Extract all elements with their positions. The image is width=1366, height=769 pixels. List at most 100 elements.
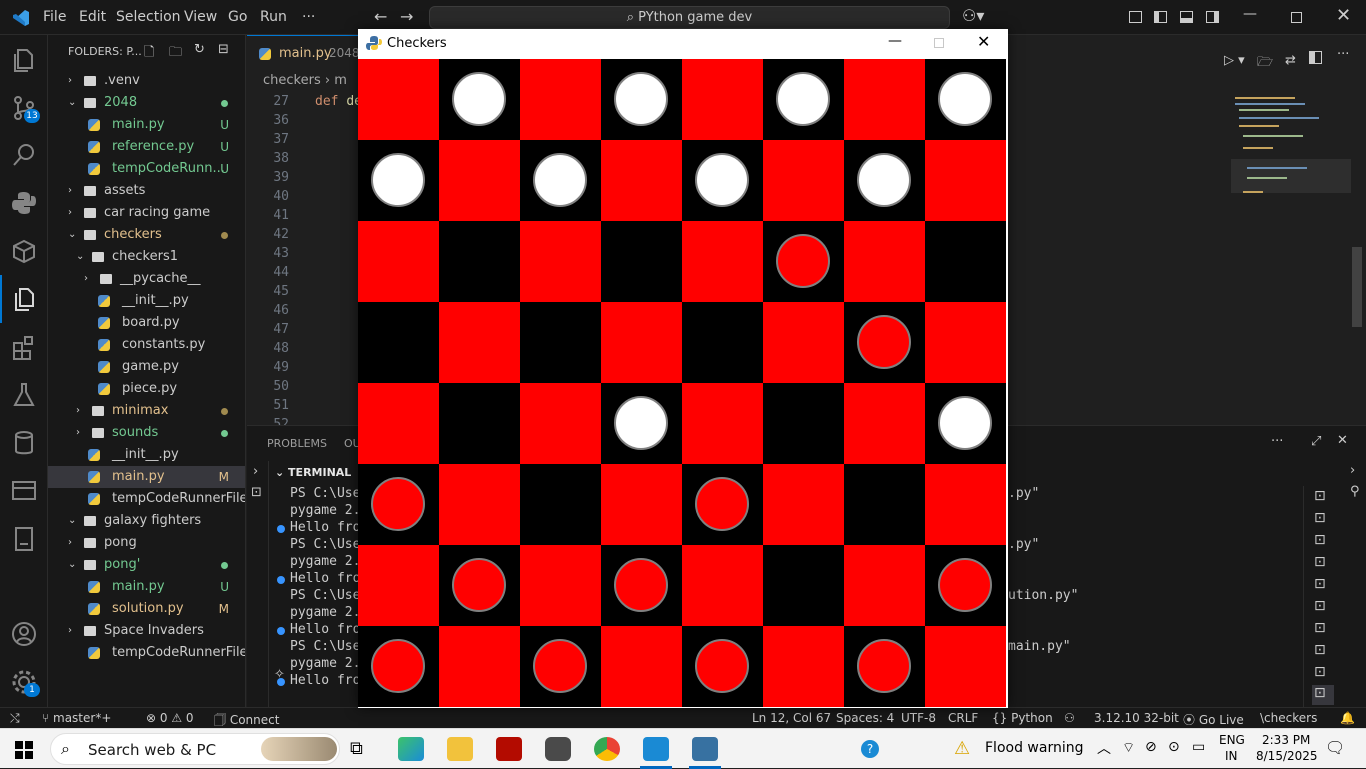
forward-arrow-icon[interactable]: →	[400, 7, 413, 26]
board-square-red[interactable]	[925, 302, 1006, 383]
python-icon[interactable]	[10, 189, 38, 217]
tree-file[interactable]: solution.py M	[48, 598, 245, 620]
command-decoration-dot[interactable]	[277, 678, 285, 686]
editor-tab[interactable]: main.py 2048	[247, 35, 360, 70]
account-icon[interactable]	[10, 620, 38, 648]
new-file-icon[interactable]: 🗋	[144, 43, 154, 65]
terminal-instance-icon[interactable]: ⊡	[1314, 642, 1326, 658]
menu-more[interactable]: ···	[302, 9, 315, 25]
red-checker-piece[interactable]	[533, 639, 587, 693]
tree-folder[interactable]: › sounds	[48, 422, 245, 444]
tab-problems[interactable]: PROBLEMS	[267, 437, 327, 450]
problems-status[interactable]: ⊗ 0 ⚠ 0	[146, 711, 194, 725]
board-square-red[interactable]	[601, 302, 682, 383]
notification-center-icon[interactable]: 🗨	[1325, 738, 1345, 757]
terminal-instance-icon[interactable]: ⊡	[1314, 510, 1326, 526]
python-interpreter[interactable]: 3.12.10 32-bit	[1094, 711, 1179, 725]
camera-icon[interactable]: ⊙	[1168, 739, 1180, 755]
chevron-right-icon[interactable]: ›	[68, 620, 78, 642]
minimize-icon[interactable]: —	[1243, 6, 1257, 22]
language-eng[interactable]: ENG	[1219, 733, 1245, 747]
white-checker-piece[interactable]	[452, 72, 506, 126]
board-square-red[interactable]	[763, 302, 844, 383]
vscode-taskbar-icon[interactable]	[643, 737, 669, 761]
white-checker-piece[interactable]	[695, 153, 749, 207]
red-checker-piece[interactable]	[614, 558, 668, 612]
board-square-red[interactable]	[844, 545, 925, 626]
white-checker-piece[interactable]	[614, 72, 668, 126]
board-square-red[interactable]	[925, 464, 1006, 545]
red-checker-piece[interactable]	[857, 315, 911, 369]
warning-icon[interactable]: ⚠	[954, 738, 970, 759]
menu-go[interactable]: Go	[228, 9, 247, 25]
red-checker-piece[interactable]	[695, 639, 749, 693]
back-arrow-icon[interactable]: ←	[374, 7, 387, 26]
remote-explorer-icon[interactable]	[10, 477, 38, 505]
board-square-dark[interactable]	[763, 383, 844, 464]
tree-file[interactable]: constants.py	[48, 334, 245, 356]
close-panel-icon[interactable]: ✕	[1337, 433, 1348, 448]
board-square-red[interactable]	[682, 221, 763, 302]
board-square-dark[interactable]	[925, 221, 1006, 302]
notifications-bell-icon[interactable]: 🔔	[1340, 711, 1355, 725]
white-checker-piece[interactable]	[614, 396, 668, 450]
chevron-right-icon[interactable]: ›	[68, 532, 78, 554]
network-icon[interactable]: ⌔	[1122, 739, 1135, 757]
board-square-red[interactable]	[439, 140, 520, 221]
board-square-red[interactable]	[358, 545, 439, 626]
weather-text[interactable]: Flood warning	[985, 740, 1083, 756]
run-icon[interactable]: ▷ ▾	[1224, 53, 1245, 68]
tree-folder[interactable]: › assets	[48, 180, 245, 202]
chevron-right-icon[interactable]: ›	[76, 422, 86, 444]
notebook-icon[interactable]	[10, 525, 38, 553]
cursor-position[interactable]: Ln 12, Col 67	[752, 711, 831, 725]
checkers-board[interactable]	[358, 59, 1006, 707]
close-icon[interactable]: ✕	[977, 32, 990, 51]
split-editor-icon[interactable]	[1309, 51, 1322, 64]
board-square-dark[interactable]	[439, 383, 520, 464]
unity-icon[interactable]	[545, 737, 571, 761]
tree-folder[interactable]: › minimax	[48, 400, 245, 422]
terminal-instance-icon[interactable]: ⊡	[1314, 554, 1326, 570]
containers-icon[interactable]	[10, 237, 38, 265]
compare-icon[interactable]: ⇄	[1285, 53, 1296, 68]
white-checker-piece[interactable]	[533, 153, 587, 207]
line-ending[interactable]: CRLF	[948, 711, 978, 725]
editor-scrollbar[interactable]	[1352, 247, 1362, 327]
board-square-dark[interactable]	[763, 545, 844, 626]
board-square-red[interactable]	[763, 626, 844, 707]
explorer-files-icon[interactable]	[10, 46, 38, 74]
tree-folder[interactable]: › pong	[48, 532, 245, 554]
terminal-instance-icon[interactable]: ⊡	[1314, 598, 1326, 614]
board-square-dark[interactable]	[601, 221, 682, 302]
copilot-status-icon[interactable]: ⚇	[1064, 711, 1075, 725]
chevron-down-icon[interactable]: ⌄	[76, 246, 86, 268]
red-checker-piece[interactable]	[371, 477, 425, 531]
menu-edit[interactable]: Edit	[79, 9, 106, 25]
more-actions-icon[interactable]: ···	[1337, 47, 1349, 62]
board-square-red[interactable]	[520, 221, 601, 302]
board-square-red[interactable]	[844, 383, 925, 464]
red-checker-piece[interactable]	[938, 558, 992, 612]
board-square-dark[interactable]	[358, 302, 439, 383]
terminal-instance-icon[interactable]: ⊡	[1314, 576, 1326, 592]
breadcrumb[interactable]: checkers › m	[263, 73, 347, 88]
tree-folder[interactable]: ⌄ pong'	[48, 554, 245, 576]
volume-muted-icon[interactable]: ⊘	[1145, 739, 1157, 755]
tree-file[interactable]: __init__.py	[48, 290, 245, 312]
tree-folder[interactable]: › __pycache__	[48, 268, 245, 290]
extensions-icon[interactable]	[10, 333, 38, 361]
acrobat-icon[interactable]	[496, 737, 522, 761]
help-icon[interactable]: ?	[861, 740, 879, 758]
command-decoration-dot[interactable]	[277, 627, 285, 635]
board-square-red[interactable]	[358, 59, 439, 140]
branch-status[interactable]: ⑂ master*+	[42, 711, 111, 725]
board-square-dark[interactable]	[520, 302, 601, 383]
terminal-instance-icon[interactable]: ⊡	[1314, 532, 1326, 548]
board-square-red[interactable]	[925, 140, 1006, 221]
board-square-red[interactable]	[763, 464, 844, 545]
board-square-red[interactable]	[844, 59, 925, 140]
tree-file[interactable]: main.py U	[48, 576, 245, 598]
tree-file[interactable]: game.py	[48, 356, 245, 378]
tree-file[interactable]: __init__.py	[48, 444, 245, 466]
